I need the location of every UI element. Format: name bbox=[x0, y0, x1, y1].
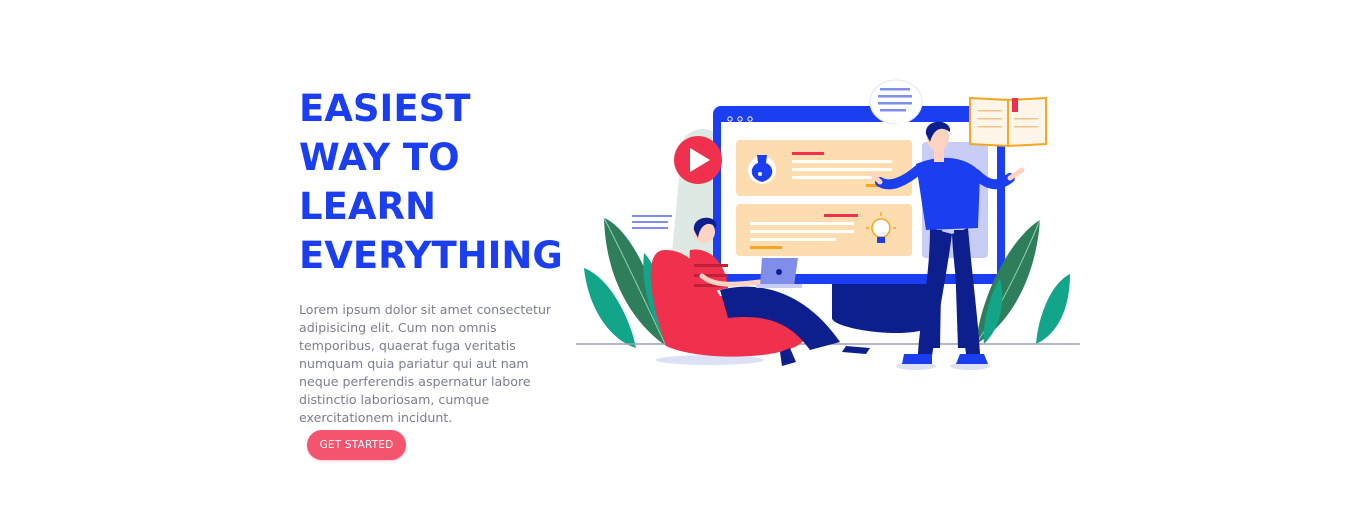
hero-title-line: EVERYTHING bbox=[299, 234, 563, 277]
online-learning-illustration bbox=[576, 79, 1080, 370]
chat-lines bbox=[630, 212, 672, 232]
hero-title-line: LEARN bbox=[299, 185, 436, 228]
hero-description: Lorem ipsum dolor sit amet consectetur a… bbox=[299, 302, 552, 425]
hero-title-line: WAY TO bbox=[299, 136, 460, 179]
open-book-icon bbox=[969, 96, 1047, 148]
hero-title: EASIEST WAY TO LEARN EVERYTHING bbox=[299, 84, 589, 280]
play-icon bbox=[674, 136, 722, 184]
get-started-button[interactable]: GET STARTED bbox=[307, 430, 406, 460]
hero-title-line: EASIEST bbox=[299, 87, 471, 130]
